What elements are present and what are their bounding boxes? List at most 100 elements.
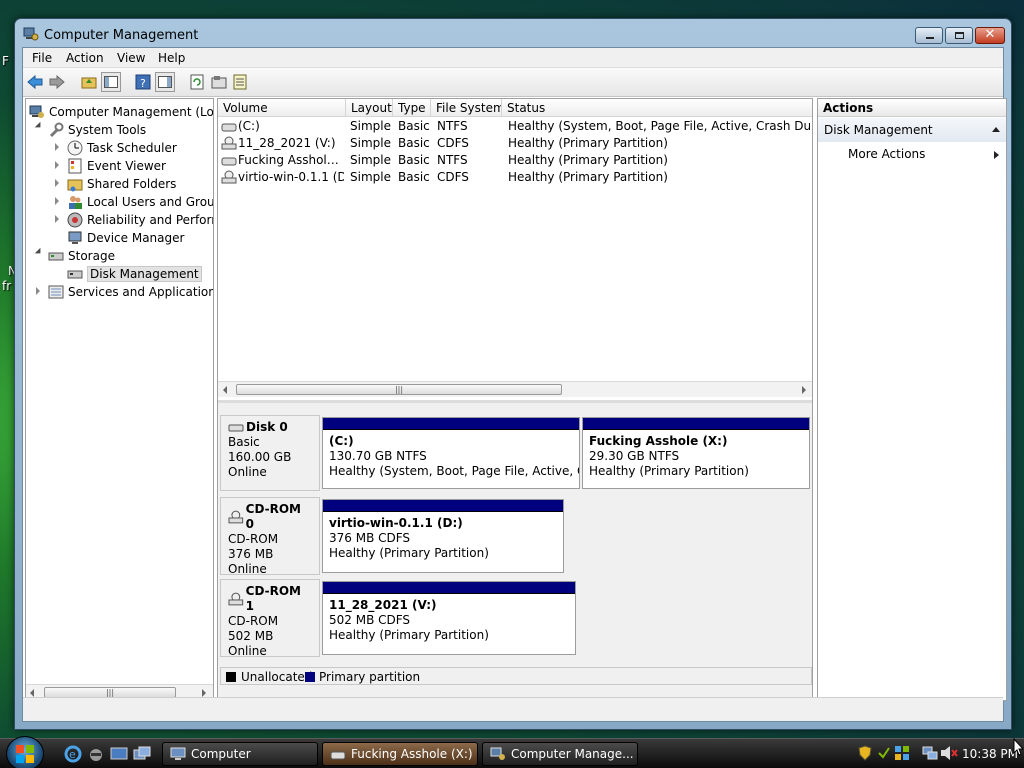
show-hide-action-pane-button[interactable] [155,72,175,92]
volume-layout: Simple [350,153,391,167]
column-header-status[interactable]: Status [502,99,812,117]
menu-file[interactable]: File [32,51,52,65]
tree-item-local-users-groups[interactable]: Local Users and Groups [67,193,213,211]
cdrom-0-label[interactable]: CD-ROM 0 CD-ROM 376 MB Online [220,497,320,576]
windows-defender-icon[interactable] [876,745,892,761]
raccoon-icon[interactable] [87,745,105,763]
title-bar[interactable]: Computer Management ✕ [15,19,1011,49]
internet-explorer-icon[interactable]: e [64,745,82,763]
submenu-arrow-icon [994,151,999,159]
expand-arrow-icon[interactable] [34,247,44,257]
partition-v[interactable]: 11_28_2021 (V:) 502 MB CDFS Healthy (Pri… [322,581,576,655]
menu-action[interactable]: Action [66,51,104,65]
disk-kind: CD-ROM [228,614,279,628]
more-actions-label: More Actions [848,147,926,161]
actions-section-disk-management[interactable]: Disk Management [818,118,1006,142]
computer-management-icon [23,27,39,41]
tree-item-reliability-performance[interactable]: Reliability and Performance [67,211,213,229]
collapse-arrow-icon[interactable] [55,179,59,187]
partition-d[interactable]: virtio-win-0.1.1 (D:) 376 MB CDFS Health… [322,499,564,573]
volume-row[interactable]: Fucking Asshole (X:) Simple Basic NTFS H… [218,152,812,169]
disk-0-label[interactable]: Disk 0 Basic 160.00 GB Online [220,415,320,491]
scroll-left-arrow-icon[interactable] [223,386,227,394]
network-icon[interactable] [922,745,938,761]
volume-layout: Simple [350,119,391,133]
taskbar-button-computer[interactable]: Computer [162,742,318,766]
desktop-label-fragment[interactable]: F [2,54,9,68]
partition-c[interactable]: (C:) 130.70 GB NTFS Healthy (System, Boo… [322,417,580,489]
volume-row[interactable]: 11_28_2021 (V:) Simple Basic CDFS Health… [218,135,812,152]
partition-status: Healthy (Primary Partition) [329,546,489,560]
legend-label-primary: Primary partition [319,670,421,684]
collapse-arrow-icon[interactable] [36,287,40,295]
menu-help[interactable]: Help [158,51,185,65]
scroll-left-arrow-icon[interactable] [30,689,34,697]
maximize-button[interactable] [945,27,973,44]
taskbar-button-computer-management[interactable]: Computer Manage... [482,742,638,766]
partition-status: Healthy (Primary Partition) [589,464,749,478]
tree-label: Computer Management (Local) [49,105,214,119]
tree-item-task-scheduler[interactable]: Task Scheduler [67,139,177,157]
partition-name: (C:) [329,434,354,448]
tree-item-device-manager[interactable]: Device Manager [67,229,184,247]
tree-item-computer-management[interactable]: Computer Management (Local) [29,103,214,121]
menu-view[interactable]: View [117,51,145,65]
security-shield-icon[interactable] [858,745,872,761]
forward-button[interactable] [47,72,67,92]
cdrom-1-label[interactable]: CD-ROM 1 CD-ROM 502 MB Online [220,579,320,658]
help-icon: ? [135,74,151,90]
primary-partition-bar [323,582,575,594]
volume-name: virtio-win-0.1.1 (D:) [238,170,344,184]
more-actions-item[interactable]: More Actions [848,147,925,161]
volume-list-horizontal-scrollbar[interactable]: ||| [218,381,812,397]
partition-status: Healthy (Primary Partition) [329,628,489,642]
scroll-right-arrow-icon[interactable] [202,689,206,697]
collapse-up-arrow-icon[interactable] [992,127,1000,132]
tree-item-system-tools[interactable]: System Tools [48,121,146,139]
export-list-button[interactable] [231,72,251,92]
restore-icon [955,32,964,39]
menu-bar: File Action View Help [23,48,1003,68]
column-header-file-system[interactable]: File System [431,99,502,117]
collapse-arrow-icon[interactable] [55,215,59,223]
refresh-button[interactable] [187,72,207,92]
tree-item-services-applications[interactable]: Services and Applications [48,283,213,301]
desktop-label-fragment[interactable]: fr [2,279,11,293]
computer-icon [170,747,186,760]
show-desktop-icon[interactable] [110,745,128,763]
volume-muted-icon[interactable] [940,745,958,761]
column-header-volume[interactable]: Volume [218,99,346,117]
properties-button[interactable] [209,72,229,92]
switch-windows-icon[interactable] [133,745,151,763]
show-hide-tree-button[interactable] [101,72,121,92]
tree-item-storage[interactable]: Storage [48,247,115,265]
column-header-layout[interactable]: Layout [346,99,393,117]
minimize-button[interactable] [915,27,943,44]
taskbar-button-label: Fucking Asshole (X:) [351,747,473,761]
start-button[interactable] [6,736,44,768]
back-button[interactable] [25,72,45,92]
scroll-right-arrow-icon[interactable] [802,386,806,394]
collapse-arrow-icon[interactable] [55,143,59,151]
console-tree: Computer Management (Local) System Tools… [25,98,214,701]
collapse-arrow-icon[interactable] [55,161,59,169]
expand-arrow-icon[interactable] [34,121,44,131]
windows-logo-icon [16,745,34,763]
volume-row[interactable]: (C:) Simple Basic NTFS Healthy (System, … [218,118,812,135]
scroll-thumb[interactable]: ||| [236,384,562,395]
column-header-type[interactable]: Type [393,99,431,117]
partition-size: 376 MB CDFS [329,531,411,545]
close-button[interactable]: ✕ [975,27,1005,44]
taskbar-button-fucking-asshole[interactable]: Fucking Asshole (X:) [322,742,478,766]
network-status-icon[interactable] [894,745,910,761]
tree-item-disk-management[interactable]: Disk Management [67,265,202,283]
tree-label: Shared Folders [87,177,177,191]
tree-item-event-viewer[interactable]: Event Viewer [67,157,166,175]
collapse-arrow-icon[interactable] [55,197,59,205]
partition-x[interactable]: Fucking Asshole (X:) 29.30 GB NTFS Healt… [582,417,810,489]
help-button[interactable]: ? [133,72,153,92]
volume-row[interactable]: virtio-win-0.1.1 (D:) Simple Basic CDFS … [218,169,812,186]
tree-item-shared-folders[interactable]: Shared Folders [67,175,176,193]
up-level-button[interactable] [79,72,99,92]
clock[interactable]: 10:38 PM [962,747,1018,761]
